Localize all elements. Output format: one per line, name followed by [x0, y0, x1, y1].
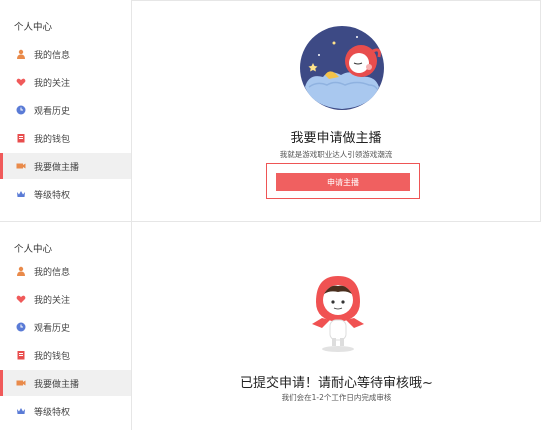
submitted-content: 已提交申请！请耐心等待审核哦~ 我们会在1-2个工作日内完成审核 [132, 222, 541, 430]
sidebar-item-label: 我要做主播 [34, 379, 80, 390]
camera-icon [16, 378, 26, 388]
apply-title: 我要申请做主播 [290, 131, 382, 146]
sidebar-item-privileges[interactable]: 等级特权 [0, 181, 131, 207]
clock-icon [16, 322, 26, 332]
sidebar-item-become-streamer[interactable]: 我要做主播 [0, 153, 131, 179]
sidebar-item-my-info[interactable]: 我的信息 [0, 258, 131, 284]
user-icon [16, 49, 26, 59]
sidebar-item-wallet[interactable]: 我的钱包 [0, 125, 131, 151]
submitted-panel: 个人中心 我的信息 我的关注 观看历史 我的钱包 我要做主播 等级特权 已提交申… [0, 222, 547, 430]
sidebar-item-label: 我的钱包 [34, 134, 71, 145]
mascot-illustration [312, 276, 364, 352]
sidebar: 个人中心 我的信息 我的关注 观看历史 我的钱包 我要做主播 等级特权 [0, 222, 132, 430]
apply-content: 我要申请做主播 我就是游戏职业达人引领游戏潮流 申请主播 [132, 0, 541, 222]
heart-icon [16, 77, 26, 87]
sidebar: 个人中心 我的信息 我的关注 观看历史 我的钱包 我要做主播 等级特权 [0, 0, 132, 222]
wallet-icon [16, 133, 26, 143]
sidebar-item-history[interactable]: 观看历史 [0, 97, 131, 123]
sidebar-item-my-info[interactable]: 我的信息 [0, 41, 131, 67]
heart-icon [16, 294, 26, 304]
sidebar-item-follow[interactable]: 我的关注 [0, 69, 131, 95]
sidebar-item-label: 我的关注 [34, 78, 71, 89]
sidebar-item-label: 我的信息 [34, 267, 71, 278]
clock-icon [16, 105, 26, 115]
sidebar-item-label: 我要做主播 [34, 162, 80, 173]
apply-streamer-button[interactable]: 申请主播 [276, 173, 410, 191]
crown-icon [16, 406, 26, 416]
sidebar-item-label: 我的关注 [34, 295, 71, 306]
sidebar-item-label: 观看历史 [34, 106, 71, 117]
sidebar-item-label: 等级特权 [34, 407, 71, 418]
sidebar-item-history[interactable]: 观看历史 [0, 314, 131, 340]
night-sky-illustration [300, 26, 384, 110]
sidebar-title: 个人中心 [14, 22, 53, 33]
submitted-subtitle: 我们会在1-2个工作日内完成审核 [281, 393, 392, 402]
sidebar-item-become-streamer[interactable]: 我要做主播 [0, 370, 131, 396]
sidebar-item-label: 等级特权 [34, 190, 71, 201]
apply-panel: 个人中心 我的信息 我的关注 观看历史 我的钱包 我要做主播 等级特权 我要申请… [0, 0, 547, 222]
sidebar-item-label: 我的钱包 [34, 351, 71, 362]
sidebar-item-privileges[interactable]: 等级特权 [0, 398, 131, 424]
sidebar-item-follow[interactable]: 我的关注 [0, 286, 131, 312]
apply-subtitle: 我就是游戏职业达人引领游戏潮流 [279, 150, 393, 159]
sidebar-item-label: 观看历史 [34, 323, 71, 334]
user-icon [16, 266, 26, 276]
camera-icon [16, 161, 26, 171]
sidebar-item-label: 我的信息 [34, 50, 71, 61]
submitted-title: 已提交申请！请耐心等待审核哦~ [240, 376, 433, 391]
sidebar-title: 个人中心 [14, 244, 53, 255]
sidebar-item-wallet[interactable]: 我的钱包 [0, 342, 131, 368]
crown-icon [16, 189, 26, 199]
wallet-icon [16, 350, 26, 360]
